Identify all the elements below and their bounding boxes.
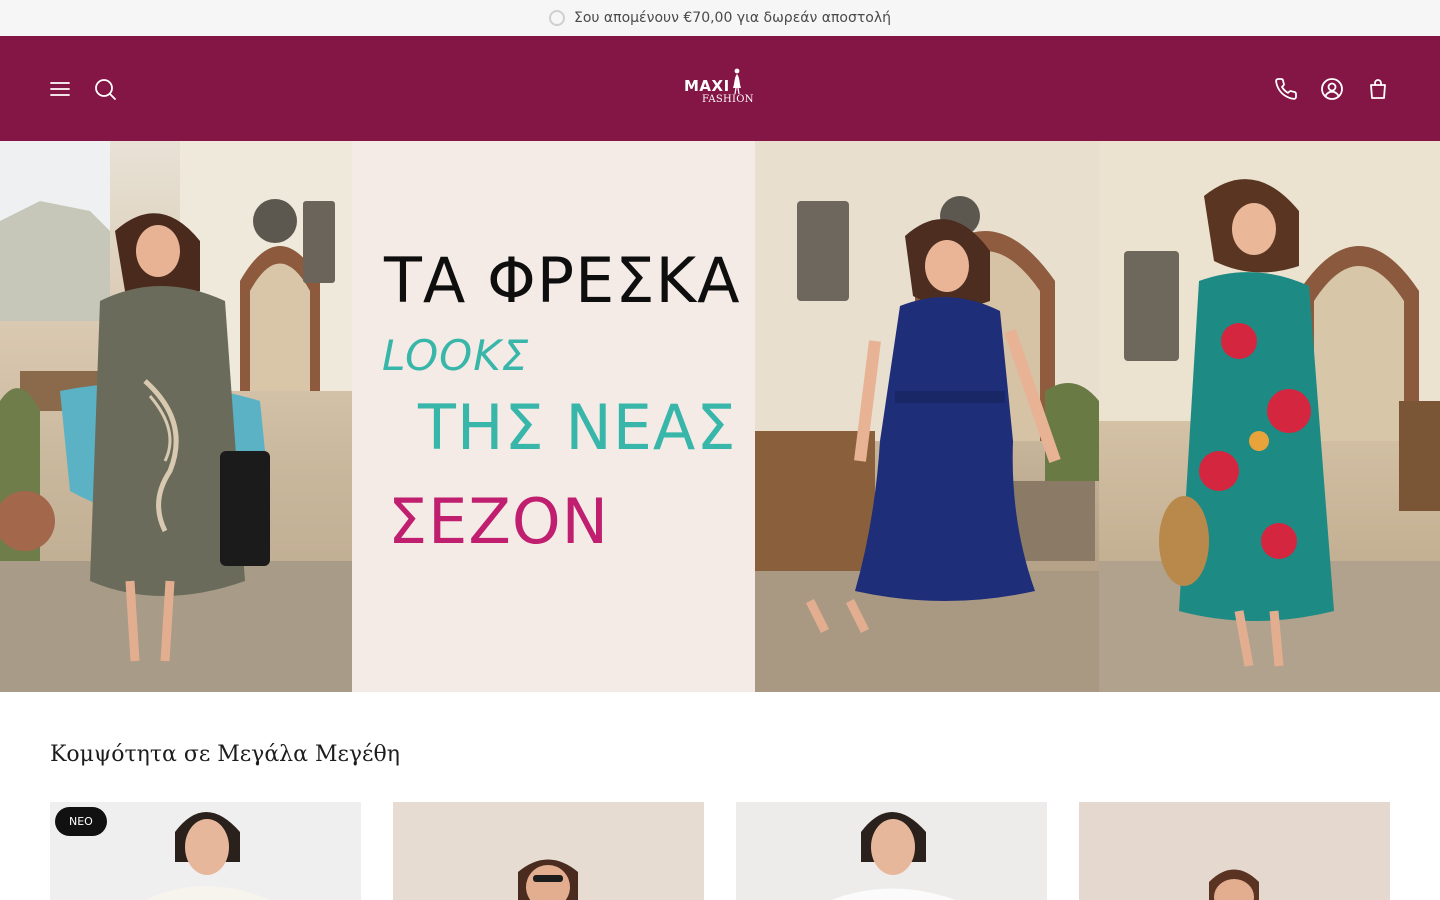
hero-photo-floral-dress	[1099, 141, 1440, 692]
announcement-bar: Σου απομένουν €70,00 για δωρεάν αποστολή	[0, 0, 1440, 36]
product-image	[518, 859, 578, 900]
account-icon[interactable]	[1319, 76, 1345, 102]
search-icon[interactable]	[92, 76, 118, 102]
product-card[interactable]	[393, 802, 704, 900]
product-card[interactable]: ΝΕΟ	[50, 802, 361, 900]
product-card[interactable]	[736, 802, 1047, 900]
hero-line-3: ΤΗΣ ΝΕΑΣ	[418, 391, 737, 464]
announcement-text: Σου απομένουν €70,00 για δωρεάν αποστολή	[573, 10, 892, 26]
menu-icon[interactable]	[47, 76, 73, 102]
logo-subtitle: FASHION	[702, 94, 754, 105]
hero-photo-navy-dress	[755, 141, 1099, 692]
site-header: MAXI FASHION	[0, 36, 1440, 141]
logo[interactable]: MAXI FASHION	[676, 68, 766, 110]
product-card[interactable]	[1079, 802, 1390, 900]
hero-photo-olive-dress	[0, 141, 352, 692]
logo-word: MAXI	[684, 77, 730, 95]
hero-line-4: ΣΕΖΟΝ	[388, 485, 610, 558]
shipping-progress-icon	[548, 10, 565, 26]
hero-line-2: LOOKΣ	[382, 331, 530, 380]
phone-icon[interactable]	[1273, 76, 1299, 102]
section-title: Κομψότητα σε Μεγάλα Μεγέθη	[50, 742, 400, 767]
logo-figure-icon	[733, 68, 741, 94]
product-image	[1209, 869, 1259, 900]
hero-line-1: ΤΑ ΦΡΕΣΚΑ	[384, 244, 741, 317]
new-badge: ΝΕΟ	[55, 807, 107, 836]
cart-icon[interactable]	[1365, 76, 1391, 102]
product-image	[831, 812, 956, 900]
hero-banner[interactable]: ΤΑ ΦΡΕΣΚΑ LOOKΣ ΤΗΣ ΝΕΑΣ ΣΕΖΟΝ	[0, 141, 1440, 692]
